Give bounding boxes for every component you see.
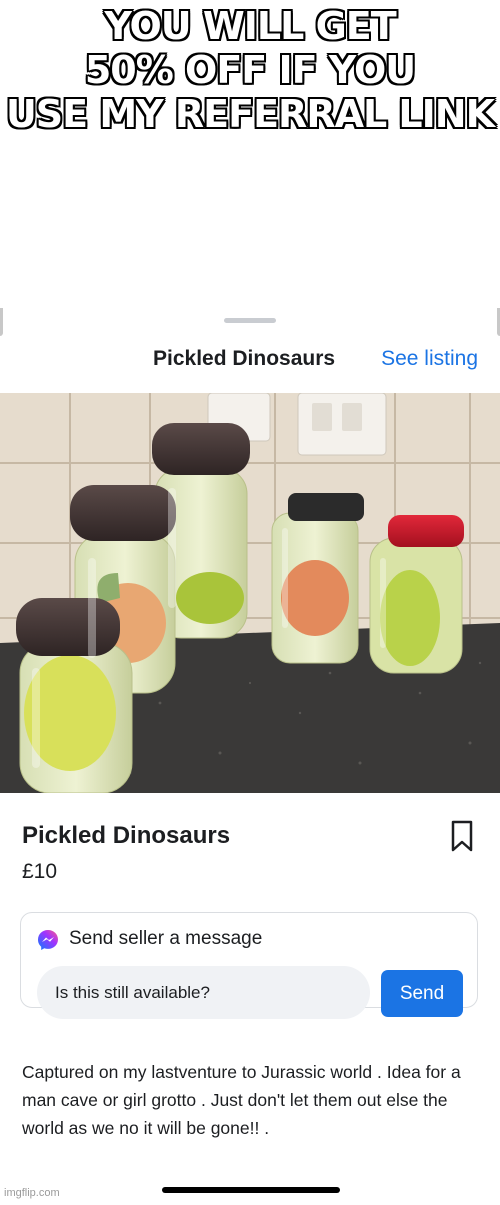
listing-description: Captured on my lastventure to Jurassic w… (22, 1062, 461, 1138)
messenger-icon (37, 929, 59, 956)
send-button[interactable]: Send (381, 970, 463, 1017)
caption-line-3: USE MY REFERRAL LINK (5, 92, 495, 136)
sheet-title: Pickled Dinosaurs (153, 347, 336, 370)
sheet-corner-left (0, 308, 3, 336)
listing-price: £10 (22, 860, 58, 883)
message-input[interactable] (37, 966, 370, 1019)
listing-title: Pickled Dinosaurs (22, 822, 231, 849)
caption-line-1: YOU WILL GET (104, 4, 396, 48)
listing-photo[interactable] (0, 393, 500, 793)
see-listing-link[interactable]: See listing (381, 347, 478, 371)
drag-handle[interactable] (224, 318, 276, 323)
caption-line-2: 50% OFF IF YOU (84, 48, 416, 92)
home-indicator[interactable] (162, 1187, 340, 1193)
message-heading: Send seller a message (69, 928, 263, 949)
listing-photo-image (0, 393, 500, 793)
meme-caption: YOU WILL GET 50% OFF IF YOU USE MY REFER… (0, 4, 500, 136)
watermark: imgflip.com (4, 1187, 60, 1199)
bookmark-icon[interactable] (451, 820, 473, 857)
